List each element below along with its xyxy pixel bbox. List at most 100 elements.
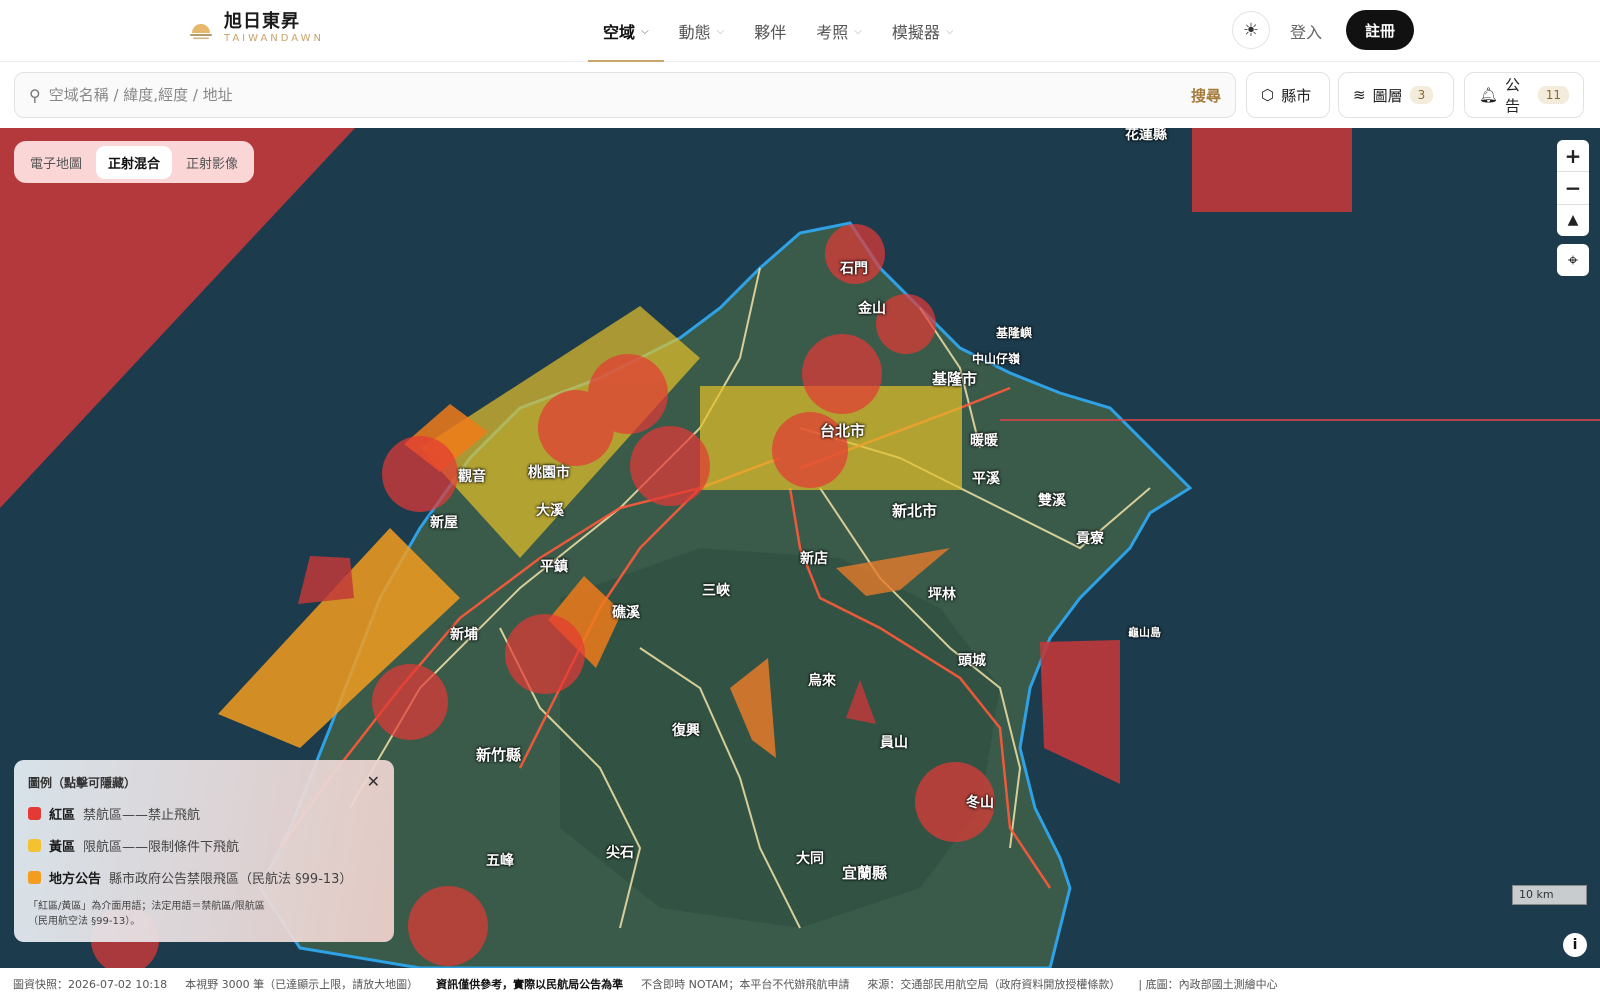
login-link[interactable]: 登入 xyxy=(1290,19,1322,43)
legend-item-desc: 禁航區——禁止飛航 xyxy=(83,808,201,823)
nav-label: 模擬器 xyxy=(891,23,940,42)
place-label: 員山 xyxy=(880,735,908,751)
no-fly-zone-diagonal xyxy=(0,128,355,508)
place-label: 復興 xyxy=(672,723,700,739)
legend-note: 「紅區/黃區」為介面用語；法定用語＝禁航區/限航區（民用航空法 §99-13）。 xyxy=(28,901,265,927)
legend-item-name: 地方公告 xyxy=(49,872,102,887)
main-nav: 空域 ⌵ 動態 ⌵ 夥伴 考照 ⌵ 模擬器 ⌵ xyxy=(588,0,968,62)
locate-button[interactable]: ⌖ xyxy=(1557,244,1589,276)
basemap-source: | 底圖：內政部國土測繪中心 xyxy=(1138,978,1278,991)
place-label: 中山仔嶺 xyxy=(972,352,1021,366)
place-label: 烏來 xyxy=(808,673,836,689)
disclaimer: 資訊僅供參考，實際以民航局公告為準 xyxy=(436,978,624,991)
place-label: 冬山 xyxy=(966,795,994,811)
place-label: 新竹縣 xyxy=(476,746,522,764)
place-label: 花蓮縣 xyxy=(1125,128,1167,143)
legend-item-red[interactable]: 紅區 禁航區——禁止飛航 xyxy=(28,804,380,823)
layers-label: 圖層 xyxy=(1372,86,1403,105)
basemap-option-hybrid[interactable]: 正射混合 xyxy=(96,145,173,179)
notam-note: 不含即時 NOTAM；本平台不代辦飛航申請 xyxy=(641,978,850,991)
legend-item-yellow[interactable]: 黃區 限航區——限制條件下飛航 xyxy=(28,836,380,855)
place-label: 新埔 xyxy=(450,627,478,643)
logo[interactable]: 旭日東昇 TAIWANDAWN xyxy=(188,12,324,46)
place-label: 新北市 xyxy=(892,502,938,520)
no-fly-zone-poly-a xyxy=(298,556,354,604)
legend-swatch xyxy=(28,839,41,852)
crosshair-icon: ⌖ xyxy=(1567,249,1579,271)
view-count: 本視野 3000 筆（已達顯示上限，請放大地圖） xyxy=(185,978,419,991)
basemap-option-ortho[interactable]: 正射影像 xyxy=(174,146,250,179)
nav-license[interactable]: 考照 ⌵ xyxy=(801,0,877,62)
place-label: 雙溪 xyxy=(1038,493,1066,509)
register-button[interactable]: 註冊 xyxy=(1346,10,1414,50)
nav-label: 動態 xyxy=(678,23,711,42)
nav-simulator[interactable]: 模擬器 ⌵ xyxy=(877,0,969,62)
data-source: 來源：交通部民用航空局（政府資料開放授權條款） xyxy=(867,978,1121,991)
legend-item-name: 黃區 xyxy=(49,840,76,855)
top-navbar: 旭日東昇 TAIWANDAWN 空域 ⌵ 動態 ⌵ 夥伴 考照 ⌵ 模擬器 ⌵ ☀ 登入… xyxy=(0,0,1600,62)
compass-button[interactable]: ▲ xyxy=(1557,205,1589,236)
zoom-in-button[interactable]: + xyxy=(1557,140,1589,173)
search-button[interactable]: 搜尋 xyxy=(1191,85,1221,106)
nav-airspace[interactable]: 空域 ⌵ xyxy=(588,0,664,62)
layers-icon: ≋ xyxy=(1353,86,1366,104)
status-bar: 圖資快照：2026-07-02 10:18 本視野 3000 筆（已達顯示上限，… xyxy=(0,968,1600,1000)
notice-count-badge: 11 xyxy=(1537,86,1569,104)
chevron-down-icon: ⌵ xyxy=(854,25,862,37)
nav-dynamics[interactable]: 動態 ⌵ xyxy=(664,0,740,62)
zoom-controls: + − ▲ xyxy=(1557,140,1589,236)
close-icon[interactable]: ✕ xyxy=(367,772,380,791)
place-label: 宜蘭縣 xyxy=(842,864,888,882)
county-label: 縣市 xyxy=(1281,86,1312,105)
place-label: 大溪 xyxy=(536,503,564,519)
legend-panel[interactable]: 圖例（點擊可隱藏） ✕ 紅區 禁航區——禁止飛航 黃區 限航區——限制條件下飛航… xyxy=(14,760,394,942)
basemap-option-emap[interactable]: 電子地圖 xyxy=(18,146,94,179)
nav-label: 考照 xyxy=(816,23,849,42)
nav-partners[interactable]: 夥伴 xyxy=(739,0,801,62)
place-label: 貢寮 xyxy=(1076,531,1104,547)
nav-label: 夥伴 xyxy=(754,23,787,42)
layers-button[interactable]: ≋ 圖層 3 xyxy=(1338,72,1454,118)
place-label: 礁溪 xyxy=(612,605,640,621)
zoom-out-button[interactable]: − xyxy=(1557,172,1589,205)
legend-swatch xyxy=(28,871,41,884)
notice-label: 公告 xyxy=(1505,76,1521,115)
sunrise-icon xyxy=(188,16,214,42)
place-label: 三峽 xyxy=(702,583,730,599)
legend-item-name: 紅區 xyxy=(49,808,76,823)
theme-toggle-button[interactable]: ☀ xyxy=(1232,11,1270,49)
notice-button[interactable]: 🔔︎ 公告 11 xyxy=(1464,72,1584,118)
place-label: 基隆嶼 xyxy=(996,326,1033,340)
logo-title: 旭日東昇 xyxy=(224,11,300,32)
legend-item-local[interactable]: 地方公告 縣市政府公告禁限飛區（民航法 §99-13） xyxy=(28,868,380,887)
chevron-down-icon: ⌵ xyxy=(945,25,954,37)
compass-icon: ▲ xyxy=(1567,212,1579,229)
place-label: 大同 xyxy=(796,851,824,867)
search-icon: ⚲ xyxy=(29,85,41,105)
map-canvas[interactable]: 花蓮縣 石門 金山 基隆嶼 中山仔嶺 基隆市 台北市 暖暖 平溪 雙溪 貢寮 新… xyxy=(0,128,1600,968)
info-icon: i xyxy=(1572,937,1578,953)
scale-bar: 10 km xyxy=(1512,885,1587,905)
place-label: 坪林 xyxy=(928,587,956,603)
place-label: 平溪 xyxy=(972,471,1000,487)
place-label: 新店 xyxy=(800,551,828,567)
place-label: 暖暖 xyxy=(970,433,998,449)
place-label: 龜山島 xyxy=(1128,626,1161,639)
logo-subtitle: TAIWANDAWN xyxy=(224,33,324,44)
hexagon-icon: ⬡ xyxy=(1261,86,1275,104)
info-button[interactable]: i xyxy=(1563,933,1587,957)
place-label: 尖石 xyxy=(606,845,634,861)
place-label: 新屋 xyxy=(430,515,458,531)
county-button[interactable]: ⬡ 縣市 xyxy=(1246,72,1330,118)
place-label: 桃園市 xyxy=(528,465,570,481)
no-fly-zone-top-right xyxy=(1192,128,1352,212)
layers-count-badge: 3 xyxy=(1409,86,1434,104)
search-bar: ⚲ 搜尋 xyxy=(14,72,1236,118)
place-label: 金山 xyxy=(858,301,886,317)
nav-label: 空域 xyxy=(603,23,636,42)
search-input[interactable] xyxy=(48,86,1191,104)
place-label: 石門 xyxy=(840,261,868,277)
place-label: 平鎮 xyxy=(540,559,568,575)
place-label: 五峰 xyxy=(486,853,514,869)
place-label: 頭城 xyxy=(958,653,986,669)
